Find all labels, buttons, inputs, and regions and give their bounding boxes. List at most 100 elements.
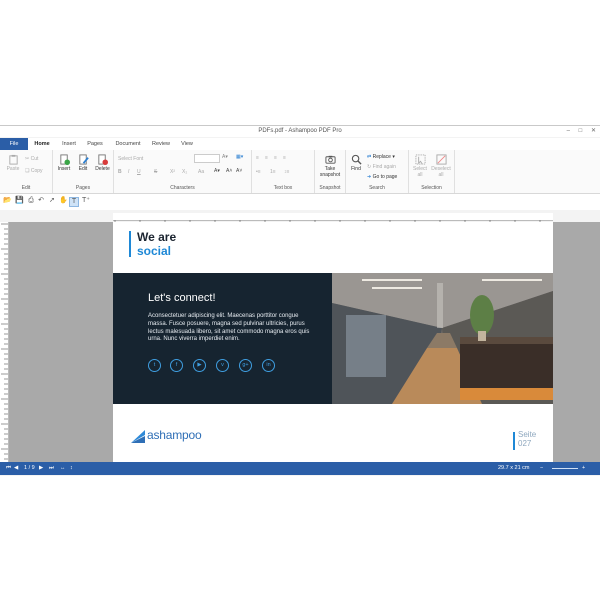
tab-insert[interactable]: Insert <box>58 138 80 150</box>
numbering-icon[interactable]: 1≡ <box>270 169 276 175</box>
take-snapshot-button[interactable]: Take snapshot <box>317 154 343 178</box>
edit-label: Edit <box>78 166 88 172</box>
case-icon[interactable]: Aa <box>198 169 204 175</box>
grow-font-icon[interactable]: A˄ <box>226 168 232 174</box>
justify-icon[interactable]: ≡ <box>283 155 286 161</box>
ribbon-group-search: Find ⇄ Replace ▾ ↻ Find again ➜ Go to pa… <box>346 150 409 193</box>
heading-accent-bar <box>129 231 131 257</box>
seite-label: Seite <box>518 430 537 439</box>
select-all-label: all <box>417 172 423 178</box>
group-label-textbox: Text box <box>273 185 293 191</box>
group-label-search: Search <box>369 185 385 191</box>
delete-page-button[interactable]: Delete <box>93 154 112 172</box>
insert-page-button[interactable]: Insert <box>55 154 73 172</box>
ribbon: Paste ✂ Cut ❏ Copy Edit Insert Edit Dele… <box>0 150 600 194</box>
align-center-icon[interactable]: ≡ <box>265 155 268 161</box>
seite-number: 027 <box>518 439 532 448</box>
open-icon[interactable]: 📂 <box>3 197 12 205</box>
copy-button[interactable]: ❏ Copy <box>25 168 43 174</box>
add-text-icon[interactable]: T⁺ <box>82 197 90 205</box>
close-icon[interactable]: ✕ <box>591 128 596 134</box>
cut-button[interactable]: ✂ Cut <box>25 156 38 162</box>
bold-icon[interactable]: B <box>118 169 122 175</box>
vertical-ruler <box>0 222 9 462</box>
shrink-font-icon[interactable]: A˅ <box>236 168 242 174</box>
document-canvas[interactable]: We are social Let's connect! Aconsectetu… <box>9 222 600 462</box>
window-controls: – □ ✕ <box>560 126 596 137</box>
font-color-icon[interactable]: A▾ <box>214 168 220 174</box>
select-all-button[interactable]: Select all <box>411 154 429 178</box>
deselect-all-button[interactable]: Deselect all <box>430 154 452 178</box>
delete-page-icon <box>98 154 108 165</box>
find-again-label: Find again <box>372 164 396 170</box>
find-label: Find <box>351 166 361 172</box>
zoom-slider[interactable] <box>552 468 578 469</box>
bullets-icon[interactable]: •≡ <box>256 169 261 175</box>
select-all-icon <box>414 154 426 165</box>
strikethrough-icon[interactable]: S <box>154 169 157 175</box>
ribbon-group-characters: Select Font A▾ ▦▾ B I U S X² X₂ Aa A▾ A˄… <box>114 150 252 193</box>
window-title: PDFs.pdf - Ashampoo PDF Pro <box>258 128 342 134</box>
edit-page-button[interactable]: Edit <box>74 154 92 172</box>
facebook-icon: f <box>170 359 183 372</box>
go-to-page-button[interactable]: ➜ Go to page <box>367 174 397 180</box>
vimeo-icon: v <box>216 359 229 372</box>
deselect-all-label: all <box>438 172 444 178</box>
tab-file[interactable]: File <box>0 138 28 150</box>
maximize-icon[interactable]: □ <box>579 128 583 134</box>
print-icon[interactable]: ⎙ <box>27 197 35 205</box>
underline-icon[interactable]: U <box>137 169 141 175</box>
insert-label: Insert <box>57 166 71 172</box>
delete-label: Delete <box>95 166 110 172</box>
ribbon-group-pages: Insert Edit Delete Pages <box>53 150 114 193</box>
font-select[interactable]: Select Font <box>118 156 143 162</box>
tab-review[interactable]: Review <box>149 138 173 150</box>
highlight-icon[interactable]: ▦▾ <box>236 154 243 160</box>
linkedin-icon: in <box>262 359 275 372</box>
magnifier-icon <box>351 154 362 165</box>
align-left-icon[interactable]: ≡ <box>256 155 259 161</box>
subscript-icon[interactable]: X₂ <box>182 169 187 175</box>
next-page-icon[interactable]: ▶ <box>39 462 43 475</box>
text-color-icon[interactable]: A▾ <box>222 154 228 160</box>
find-again-button[interactable]: ↻ Find again <box>367 164 396 170</box>
paste-icon <box>8 154 18 165</box>
connect-title: Let's connect! <box>148 292 216 304</box>
pdf-page[interactable]: We are social Let's connect! Aconsectetu… <box>113 222 553 462</box>
tab-view[interactable]: View <box>177 138 197 150</box>
first-page-icon[interactable]: ⏮ <box>6 462 11 475</box>
copy-label: Copy <box>30 168 43 174</box>
insert-page-icon <box>59 154 70 165</box>
line-spacing-icon[interactable]: ↕≡ <box>284 169 289 175</box>
logo-text: ashampoo <box>147 428 202 442</box>
minimize-icon[interactable]: – <box>567 128 570 134</box>
find-button[interactable]: Find <box>348 154 364 172</box>
camera-icon <box>324 155 336 164</box>
align-right-icon[interactable]: ≡ <box>274 155 277 161</box>
fit-page-icon[interactable]: ↔ <box>60 462 66 475</box>
zoom-out-icon[interactable]: − <box>540 462 543 475</box>
font-size-input[interactable] <box>194 154 220 163</box>
undo-icon[interactable]: ↶ <box>37 197 45 205</box>
superscript-icon[interactable]: X² <box>170 169 175 175</box>
zoom-in-icon[interactable]: + <box>582 462 585 475</box>
prev-page-icon[interactable]: ◀ <box>14 462 18 475</box>
app-window: PDFs.pdf - Ashampoo PDF Pro – □ ✕ File H… <box>0 125 600 476</box>
paste-button[interactable]: Paste <box>4 154 22 172</box>
group-label-pages: Pages <box>75 185 91 191</box>
ribbon-tabs: File Home Insert Pages Document Review V… <box>0 138 600 151</box>
select-tool-icon[interactable]: ➚ <box>48 197 56 205</box>
page-indicator[interactable]: 1 / 9 <box>24 462 35 475</box>
group-label-edit: Edit <box>21 185 31 191</box>
edit-page-icon <box>78 154 89 165</box>
save-icon[interactable]: 💾 <box>15 197 24 205</box>
fit-width-icon[interactable]: ↕ <box>70 462 73 475</box>
tab-document[interactable]: Document <box>112 138 144 150</box>
tab-pages[interactable]: Pages <box>84 138 106 150</box>
heading-we-are: We are <box>137 230 177 244</box>
italic-icon[interactable]: I <box>128 169 129 175</box>
replace-button[interactable]: ⇄ Replace ▾ <box>367 154 395 160</box>
text-tool-icon[interactable]: T <box>69 197 79 207</box>
hand-tool-icon[interactable]: ✋ <box>59 197 68 205</box>
last-page-icon[interactable]: ⏭ <box>49 462 54 475</box>
